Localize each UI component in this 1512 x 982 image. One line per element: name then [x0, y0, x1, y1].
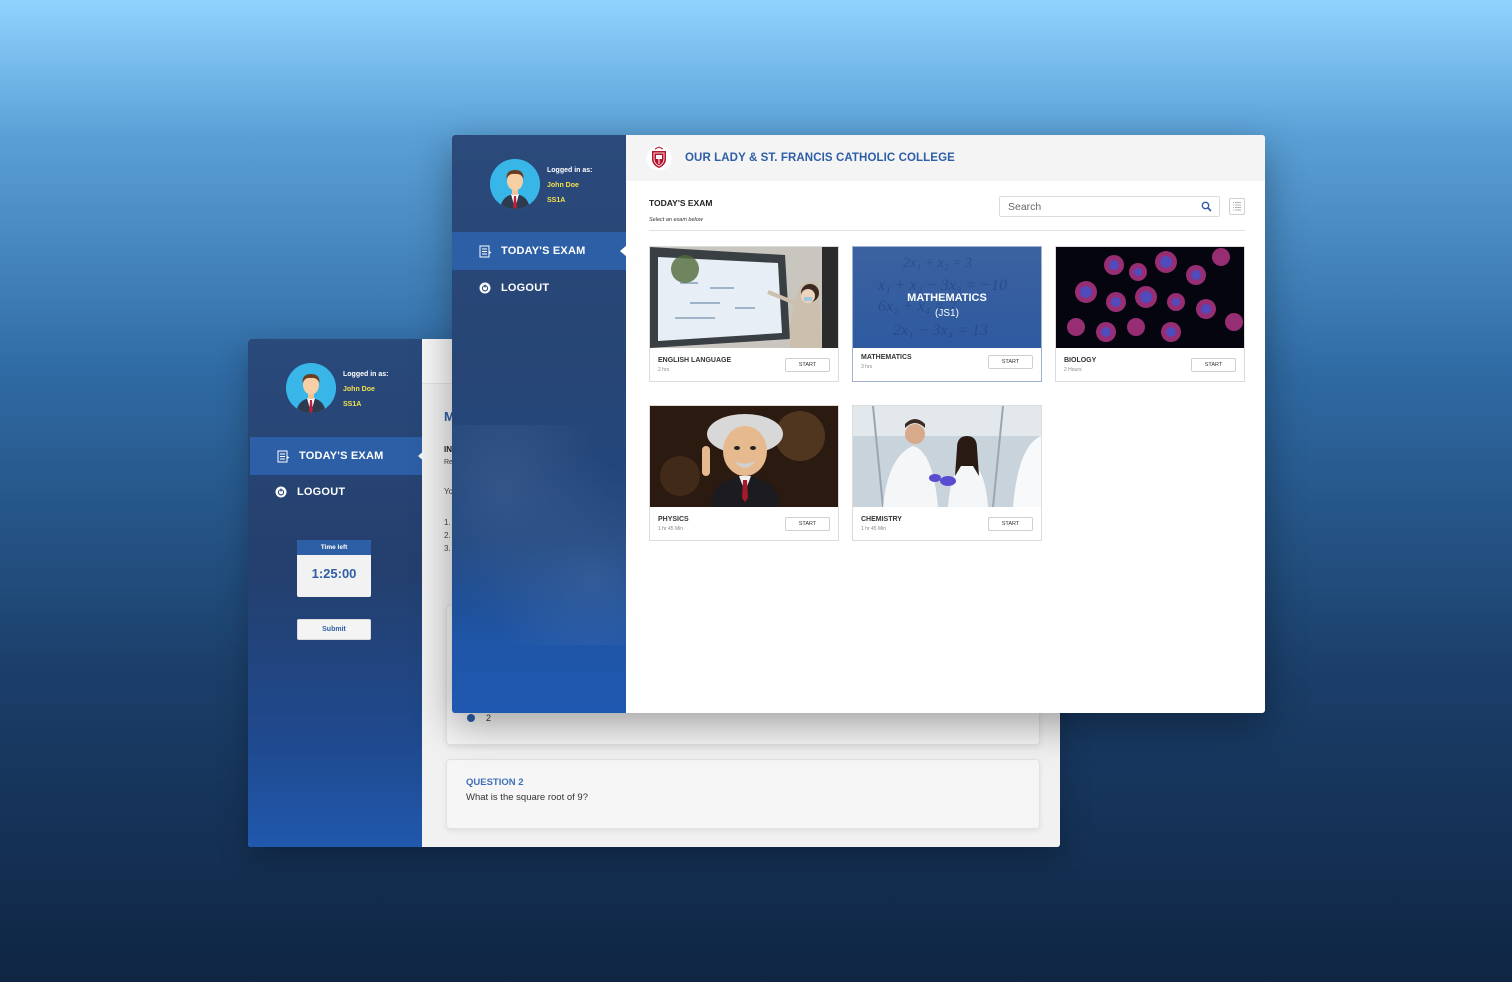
exam-card-mathematics[interactable]: 2x₁ + x₂ = 3 x₁ + x₂ − 3x₃ = −10 6x₂ + x… [852, 246, 1042, 382]
exam-card-chemistry[interactable]: CHEMISTRY 1 hr 45 Min START [852, 405, 1042, 541]
user-class: SS1A [547, 197, 566, 204]
nav-logout-label: LOGOUT [501, 282, 550, 294]
math-banner-title: MATHEMATICS [907, 292, 987, 304]
nav-todays-exam[interactable]: TODAY'S EXAM [452, 232, 627, 270]
svg-text:2x₁ + x₂ = 3: 2x₁ + x₂ = 3 [903, 256, 972, 271]
login-info: Logged in as: John Doe SS1A [343, 367, 389, 412]
list-view-icon [1233, 202, 1241, 211]
timer-label: Time left [297, 540, 371, 555]
app-header: OUR LADY & ST. FRANCIS CATHOLIC COLLEGE [626, 135, 1265, 181]
start-button[interactable]: START [785, 517, 830, 531]
school-crest-icon [646, 145, 672, 171]
instructions-partial: IN [444, 445, 452, 454]
exam-image-english [650, 247, 838, 348]
exam-duration: 3 hrs [861, 364, 873, 370]
radio-option[interactable] [467, 714, 475, 722]
login-info: Logged in as: John Doe SS1A [547, 163, 593, 208]
exam-duration: 2 Hours [1064, 367, 1082, 373]
exam-image-biology [1056, 247, 1244, 348]
avatar-icon [490, 159, 540, 209]
exam-card-physics[interactable]: PHYSICS 1 hr 45 Min START [649, 405, 839, 541]
rule-2: 2. [444, 531, 451, 540]
exam-image-physics [650, 406, 838, 507]
math-banner-sub: (JS1) [935, 308, 959, 319]
school-name: OUR LADY & ST. FRANCIS CATHOLIC COLLEGE [685, 152, 955, 164]
start-button[interactable]: START [785, 358, 830, 372]
exam-list-icon [276, 449, 290, 463]
user-class: SS1A [343, 401, 362, 408]
rule-3: 3. [444, 544, 451, 553]
option-label: 2 [486, 713, 492, 723]
timer-value: 1:25:00 [311, 566, 357, 581]
submit-button[interactable]: Submit [297, 619, 371, 640]
sidebar: Logged in as: John Doe SS1A TODAY'S EXAM… [248, 339, 425, 847]
divider [649, 230, 1245, 231]
exam-duration: 2 hrs [658, 367, 670, 373]
search-input[interactable] [1008, 200, 1198, 213]
svg-text:2x₁ − 3x₄ = 13: 2x₁ − 3x₄ = 13 [893, 322, 988, 339]
avatar-icon [286, 363, 336, 413]
page-title: TODAY'S EXAM [649, 198, 713, 208]
question-2-card: QUESTION 2 What is the square root of 9? [446, 759, 1040, 829]
exam-title: ENGLISH LANGUAGE [658, 357, 732, 364]
question-2-text: What is the square root of 9? [466, 792, 588, 803]
nav-logout[interactable]: LOGOUT [452, 269, 626, 307]
sidebar-background-texture [452, 425, 626, 645]
exam-title: BIOLOGY [1064, 357, 1097, 364]
exam-list-icon [478, 244, 492, 258]
start-button[interactable]: START [988, 517, 1033, 531]
power-icon [478, 281, 492, 295]
start-button[interactable]: START [988, 355, 1033, 369]
question-2-label: QUESTION 2 [466, 777, 524, 788]
exam-duration: 1 hr 45 Min [861, 526, 887, 532]
exam-image-mathematics: 2x₁ + x₂ = 3 x₁ + x₂ − 3x₃ = −10 6x₂ + x… [853, 247, 1041, 348]
rules-list: 1. 2. 3. [444, 516, 451, 555]
sidebar: Logged in as: John Doe SS1A TODAY'S EXAM… [452, 135, 627, 713]
exam-title: PHYSICS [658, 516, 689, 523]
timer-box: Time left 1:25:00 [297, 540, 371, 597]
search-box[interactable] [999, 196, 1220, 217]
logged-in-label: Logged in as: [343, 371, 389, 378]
exam-card-biology[interactable]: BIOLOGY 2 Hours START [1055, 246, 1245, 382]
logged-in-label: Logged in as: [547, 167, 593, 174]
exam-duration: 1 hr 45 Min [658, 526, 684, 532]
nav-todays-exam-label: TODAY'S EXAM [299, 450, 384, 462]
power-icon [274, 485, 288, 499]
user-name: John Doe [547, 182, 579, 189]
nav-logout[interactable]: LOGOUT [248, 473, 422, 511]
page-subtitle: Select an exam below [649, 217, 703, 223]
exam-selection-window: Logged in as: John Doe SS1A TODAY'S EXAM… [452, 135, 1265, 713]
exam-title: MATHEMATICS [861, 354, 912, 361]
search-icon[interactable] [1201, 201, 1212, 212]
option-row[interactable]: 2 [467, 713, 491, 723]
nav-todays-exam[interactable]: TODAY'S EXAM [250, 437, 425, 475]
exam-card-english[interactable]: ENGLISH LANGUAGE 2 hrs START [649, 246, 839, 382]
exam-title: CHEMISTRY [861, 516, 902, 523]
exam-image-chemistry [853, 406, 1041, 507]
user-name: John Doe [343, 386, 375, 393]
nav-todays-exam-label: TODAY'S EXAM [501, 245, 586, 257]
rule-1: 1. [444, 518, 451, 527]
list-view-button[interactable] [1229, 198, 1245, 215]
start-button[interactable]: START [1191, 358, 1236, 372]
nav-logout-label: LOGOUT [297, 486, 346, 498]
active-indicator [620, 245, 627, 257]
